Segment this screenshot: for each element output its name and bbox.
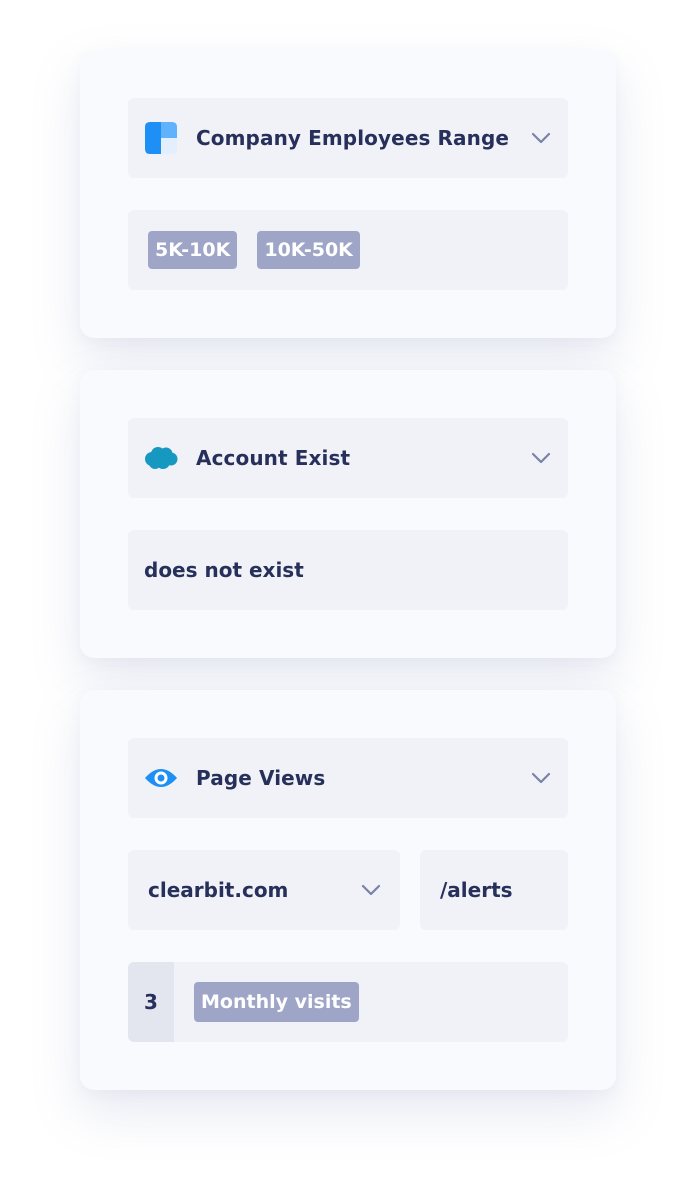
filter-card-page-views: Page Views clearbit.com /alerts 3 Monthl… <box>80 690 616 1090</box>
value-tag-10k-50k[interactable]: 10K-50K <box>257 231 360 269</box>
attribute-label: Page Views <box>196 766 326 790</box>
attribute-select-employees-range[interactable]: Company Employees Range <box>128 98 568 178</box>
visit-count-input[interactable]: 3 <box>128 962 174 1042</box>
attribute-select-account-exist[interactable]: Account Exist <box>128 418 568 498</box>
filter-card-account-exist: Account Exist does not exist <box>80 370 616 658</box>
domain-value: clearbit.com <box>148 878 289 902</box>
eye-icon <box>144 761 178 795</box>
attribute-label: Account Exist <box>196 446 351 470</box>
clearbit-logo-icon <box>144 121 178 155</box>
chevron-down-icon[interactable] <box>530 447 552 469</box>
filter-card-employees-range: Company Employees Range 5K-10K 10K-50K <box>80 50 616 338</box>
attribute-label: Company Employees Range <box>196 126 510 150</box>
salesforce-cloud-icon <box>144 441 178 475</box>
chevron-down-icon[interactable] <box>360 879 382 901</box>
attribute-select-page-views[interactable]: Page Views <box>128 738 568 818</box>
chevron-down-icon[interactable] <box>530 767 552 789</box>
values-field[interactable]: 5K-10K 10K-50K <box>128 210 568 290</box>
path-input[interactable]: /alerts <box>420 850 568 930</box>
value-text: does not exist <box>144 558 304 582</box>
value-field[interactable]: does not exist <box>128 530 568 610</box>
path-value: /alerts <box>440 878 513 902</box>
visits-threshold-field[interactable]: 3 Monthly visits <box>128 962 568 1042</box>
frequency-tag[interactable]: Monthly visits <box>194 982 359 1022</box>
chevron-down-icon[interactable] <box>530 127 552 149</box>
domain-select[interactable]: clearbit.com <box>128 850 400 930</box>
value-tag-5k-10k[interactable]: 5K-10K <box>148 231 238 269</box>
